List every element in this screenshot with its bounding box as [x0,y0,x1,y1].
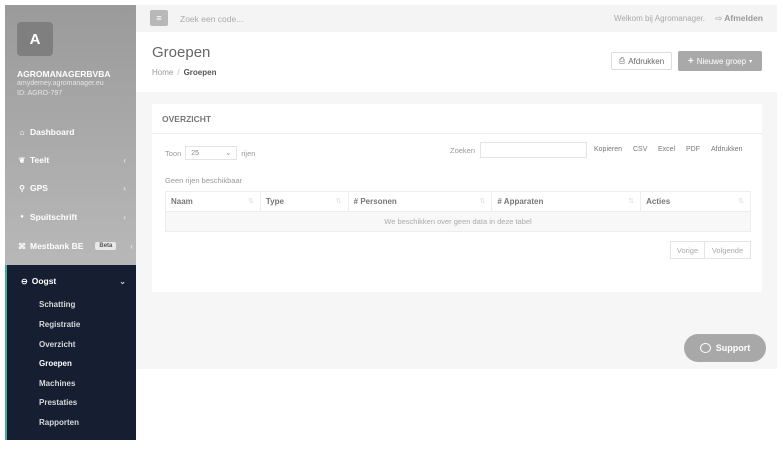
sidebar-toggle-button[interactable]: ≡ [150,10,168,26]
company-email: amydemey.agromanager.eu [17,80,104,87]
logout-label: Afmelden [724,13,763,23]
support-button[interactable]: Support [684,334,766,362]
table-row: We beschikken over geen data in deze tab… [165,211,751,232]
groups-table: Naam ⇅ Type ⇅ # Personen ⇅ # Apparaten ⇅ Act… [165,191,751,232]
breadcrumb: Home / Groepen [152,68,216,77]
customer-id: ID: AGRO-797 [17,90,63,97]
support-label: Support [715,343,751,353]
topbar: ≡ Welkom bij Agromanager. ⇨Afmelden [136,5,777,32]
column-header-apparaten[interactable]: # Apparaten ⇅ [491,191,642,212]
basket-icon: ⊖ [21,276,28,286]
sidebar-section-oogst: ⊖ Oogst ⌄ Schatting Registratie Overzich… [5,265,136,440]
rows-label: rijen [241,148,256,158]
column-header-personen[interactable]: # Personen ⇅ [347,191,493,212]
chat-bubble-icon [699,343,711,353]
breadcrumb-separator: / [177,68,180,77]
print-button[interactable]: ⎙ Afdrukken [611,52,672,70]
sidebar-item-spuitschrift[interactable]: ● Spuitschrift ‹ [5,207,136,227]
breadcrumb-current: Groepen [183,68,217,77]
plus-icon: + [687,55,694,67]
pdf-button[interactable]: PDF [686,146,700,153]
bank-icon: ⌘ [18,241,26,251]
main-content: Groepen Home / Groepen ⎙ Afdrukken + Nieuwe … [136,32,777,369]
page-header: Groepen Home / Groepen ⎙ Afdrukken + Nieuwe … [136,32,777,92]
csv-button[interactable]: CSV [633,146,647,153]
rows-value: 25 [191,149,200,157]
divider [152,133,762,134]
sidebar-subitem-prestaties[interactable]: Prestaties [5,393,136,411]
sidebar-item-dashboard[interactable]: ⌂ Dashboard [5,122,136,142]
sort-icon: ⇅ [335,198,342,205]
print-table-button[interactable]: Afdrukken [711,146,743,153]
sidebar-subitem-rapporten[interactable]: Rapporten [5,413,136,431]
sidebar-subitem-registratie[interactable]: Registratie [5,315,136,333]
sidebar-item-label: Teelt [30,155,50,165]
avatar[interactable]: A [17,22,53,56]
column-header-acties[interactable]: Acties ⇅ [640,191,751,212]
logout-link[interactable]: ⇨ Afmelden [715,13,763,24]
sort-icon: ⇅ [247,198,254,205]
printer-icon: ⎙ [618,56,626,65]
chevron-left-icon: ‹ [130,241,133,251]
breadcrumb-home[interactable]: Home [152,68,173,77]
no-rows-text: Geen rijen beschikbaar [165,176,243,185]
new-group-label: Nieuwe groep [696,56,747,66]
sort-icon: ⇅ [738,198,744,205]
sidebar-subitem-overzicht[interactable]: Overzicht [5,335,136,353]
app-window: A AGROMANAGERBVBA amydemey.agromanager.e… [0,0,783,454]
welcome-text: Welkom bij Agromanager. [613,14,705,23]
sidebar-item-label: GPS [30,183,48,193]
sidebar-item-label: Dashboard [30,127,75,137]
caret-down-icon: ▾ [749,58,753,65]
search-label: Zoeken [450,146,476,155]
panel-title: OVERZICHT [162,114,212,124]
sort-icon: ⇅ [628,198,635,205]
sidebar-subitem-machines[interactable]: Machines [5,374,136,392]
sidebar-subitem-schatting[interactable]: Schatting [5,295,136,313]
column-header-naam[interactable]: Naam ⇅ [165,191,261,212]
map-marker-icon: ⚲ [19,183,25,193]
home-icon: ⌂ [19,127,25,137]
sort-icon: ⇅ [479,198,486,205]
sidebar-item-label: Oogst [31,276,57,286]
new-group-button[interactable]: + Nieuwe groep ▾ [678,51,762,71]
page-title: Groepen [152,44,211,61]
chevron-left-icon: ‹ [123,155,126,165]
sidebar-item-gps[interactable]: ⚲ GPS ‹ [5,178,136,198]
chevron-left-icon: ‹ [123,183,126,193]
code-search-input[interactable] [180,12,330,26]
hamburger-icon: ≡ [156,13,162,23]
excel-button[interactable]: Excel [658,146,675,153]
company-name: AGROMANAGERBVBA [17,69,111,79]
chevron-down-icon: ⌄ [119,276,126,286]
print-label: Afdrukken [628,56,665,66]
chevron-left-icon: ‹ [123,212,126,222]
rows-select[interactable]: 25 ⌄ [185,146,238,160]
sidebar-item-label: Spuitschrift [30,212,78,222]
empty-table-cell: We beschikken over geen data in deze tab… [165,211,751,232]
sidebar-item-teelt[interactable]: ❦ Teelt ‹ [5,150,136,170]
pagination-next[interactable]: Volgende [704,241,751,259]
chevron-down-icon: ⌄ [225,150,232,157]
page-length-control: Toon 25 ⌄ rijen [165,146,255,160]
copy-button[interactable]: Kopieren [594,146,622,153]
logout-icon: ⇨ [715,13,723,23]
pagination-previous[interactable]: Vorige [670,241,705,259]
table-search-input[interactable] [480,142,587,158]
sidebar-item-mestbank[interactable]: ⌘ Mestbank BE Beta ‹ [5,236,136,256]
show-label: Toon [165,148,182,158]
beta-badge: Beta [95,242,117,250]
sidebar-item-label: Mestbank BE [30,241,84,251]
column-header-type[interactable]: Type ⇅ [259,191,349,212]
leaf-icon: ❦ [18,155,26,165]
overview-panel: OVERZICHT Toon 25 ⌄ rijen Zoeken Kopiere… [152,104,762,292]
sidebar-subitem-groepen[interactable]: Groepen [5,354,136,372]
sidebar-item-oogst[interactable]: ⊖ Oogst ⌄ [5,270,136,292]
drop-icon: ● [20,214,24,220]
